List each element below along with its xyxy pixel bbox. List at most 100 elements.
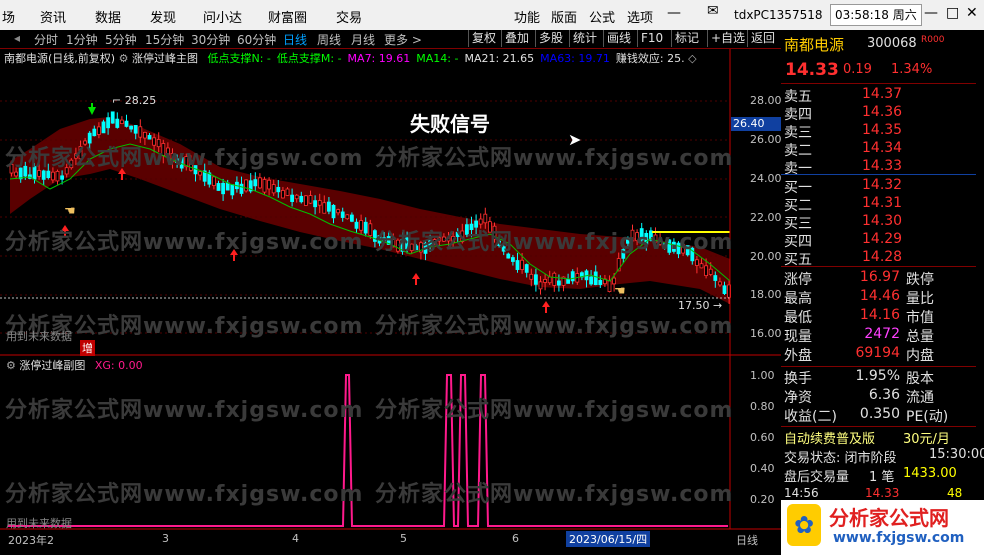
- candle-body: [336, 209, 341, 214]
- future-data-note: 用到未来数据: [6, 330, 72, 343]
- mail-icon[interactable]: ✉: [707, 3, 719, 19]
- menu-item-layout[interactable]: 版面: [551, 7, 577, 26]
- menu-item-options[interactable]: 选项: [627, 7, 653, 26]
- period-tab-weekly[interactable]: 周线: [317, 31, 341, 48]
- menu-item-trade[interactable]: 交易: [336, 7, 362, 26]
- candle-body: [285, 188, 290, 196]
- watermark: 分析家公式网www.fxjgsw.com: [375, 482, 734, 507]
- candle-body: [271, 184, 276, 194]
- candle-body: [718, 281, 722, 286]
- close-icon[interactable]: ✕: [966, 5, 978, 21]
- candle-body: [722, 285, 727, 294]
- hand-icon: ☚: [614, 284, 626, 299]
- logo-url: www.fxjgsw.com: [833, 530, 965, 546]
- menu-item-data[interactable]: 数据: [95, 7, 121, 26]
- x-axis-label: 5: [400, 532, 407, 545]
- add-watchlist-button[interactable]: +自选: [707, 30, 748, 47]
- xg-label: XG: 0.00: [94, 359, 143, 372]
- candle-body: [147, 135, 152, 140]
- bid-row[interactable]: 买四 14.29: [784, 231, 902, 251]
- candle-body: [363, 221, 368, 234]
- settings-gear-icon[interactable]: ⚙: [6, 359, 19, 372]
- ask-row[interactable]: 卖三 14.35: [784, 122, 902, 142]
- sub-indicator-name[interactable]: 涨停过峰副图: [19, 359, 85, 372]
- ask-row[interactable]: 卖二 14.34: [784, 140, 902, 160]
- back-button[interactable]: 返回: [747, 30, 778, 47]
- stat-value: 14.16: [859, 307, 900, 323]
- period-toolbar: ◂ 分时 1分钟 5分钟 15分钟 30分钟 60分钟 日线 周线 月线 更多 …: [0, 30, 781, 49]
- ask-row[interactable]: 卖一 14.33: [784, 158, 902, 178]
- statistics-button[interactable]: 统计: [569, 30, 600, 47]
- bid-row[interactable]: 买二 14.31: [784, 195, 902, 215]
- last-price: 14.33: [785, 60, 839, 80]
- ask-row[interactable]: 卖四 14.36: [784, 104, 902, 124]
- trade-time: 15:30:00: [929, 447, 984, 462]
- adjust-button[interactable]: 复权: [468, 30, 499, 47]
- period-tab-more[interactable]: 更多 >: [384, 31, 422, 48]
- f10-button[interactable]: F10: [637, 30, 666, 47]
- multi-stock-button[interactable]: 多股: [535, 30, 566, 47]
- stat-label: 跌停: [906, 272, 934, 288]
- period-tab-monthly[interactable]: 月线: [351, 31, 375, 48]
- bid-row[interactable]: 买一 14.32: [784, 177, 902, 197]
- sub-tick: 0.80: [750, 400, 775, 413]
- hand-icon: ☚: [64, 204, 76, 219]
- period-tab-30min[interactable]: 30分钟: [191, 31, 230, 48]
- bid-row[interactable]: 买三 14.30: [784, 213, 902, 233]
- diamond-icon: ◇: [688, 52, 697, 65]
- period-tab-60min[interactable]: 60分钟: [237, 31, 276, 48]
- candle-body: [322, 202, 327, 214]
- draw-line-button[interactable]: 画线: [603, 30, 634, 47]
- stat-label: PE(动): [906, 409, 949, 425]
- stat-row: 涨停 16.97 跌停: [784, 269, 934, 289]
- sub-tick: 0.20: [750, 493, 775, 506]
- period-tab-5min[interactable]: 5分钟: [105, 31, 137, 48]
- overlay-button[interactable]: 叠加: [501, 30, 532, 47]
- menu-item-wenxiaoda[interactable]: 问小达: [203, 7, 242, 26]
- candle-body: [55, 171, 60, 182]
- stat-label: 涨停: [784, 272, 812, 288]
- stat-label: 流通: [906, 390, 934, 406]
- candle-body: [216, 183, 221, 191]
- stat-value: 1.95%: [855, 368, 900, 384]
- candle-body: [221, 182, 226, 195]
- stat-value: 16.97: [859, 269, 900, 285]
- stat-row: 现量 2472 总量: [784, 326, 934, 346]
- indicator-name[interactable]: 涨停过峰主图: [132, 52, 198, 65]
- candle-body: [612, 277, 616, 285]
- bid-price: 14.32: [862, 177, 903, 193]
- stat-row: 换手 1.95% 股本: [784, 368, 934, 388]
- period-tab-15min[interactable]: 15分钟: [145, 31, 184, 48]
- settings-gear-icon[interactable]: ⚙: [119, 52, 129, 65]
- menu-item-market[interactable]: 场: [2, 7, 15, 26]
- menu-item-news[interactable]: 资讯: [40, 7, 66, 26]
- stat-value: 14.46: [859, 288, 900, 304]
- stat-value: 0.350: [859, 406, 900, 422]
- minimize-icon[interactable]: —: [924, 5, 938, 21]
- period-tab-1min[interactable]: 1分钟: [66, 31, 98, 48]
- price-tick: 16.00: [750, 327, 782, 340]
- mark-button[interactable]: 标记: [671, 30, 702, 47]
- candle-body: [41, 170, 46, 180]
- menu-item-function[interactable]: 功能: [514, 7, 540, 26]
- period-tab-daily[interactable]: 日线: [283, 31, 307, 48]
- stock-title: 南都电源(日线,前复权): [4, 52, 116, 65]
- collapse-icon[interactable]: ◂: [14, 31, 20, 45]
- maximize-icon[interactable]: □: [946, 5, 959, 21]
- ask-row[interactable]: 卖五 14.37: [784, 86, 902, 106]
- stat-label: 市值: [906, 310, 934, 326]
- period-tab-intraday[interactable]: 分时: [34, 31, 58, 48]
- candle-body: [543, 279, 547, 283]
- promo-text[interactable]: 自动续费普及版: [784, 428, 875, 447]
- minimize-panel-icon[interactable]: —: [667, 5, 681, 21]
- site-logo: ✿ 分析家公式网 www.fxjgsw.com: [781, 500, 984, 555]
- menu-item-discover[interactable]: 发现: [150, 7, 176, 26]
- candle-body: [699, 263, 704, 269]
- stat-label: 收益(二): [784, 409, 837, 425]
- menu-item-wealth-circle[interactable]: 财富圈: [268, 7, 307, 26]
- stat-label: 最高: [784, 291, 812, 307]
- menu-item-formula[interactable]: 公式: [589, 7, 615, 26]
- ask-label: 卖三: [784, 125, 812, 141]
- ask-price: 14.35: [862, 122, 903, 138]
- price-tick: 28.00: [750, 94, 782, 107]
